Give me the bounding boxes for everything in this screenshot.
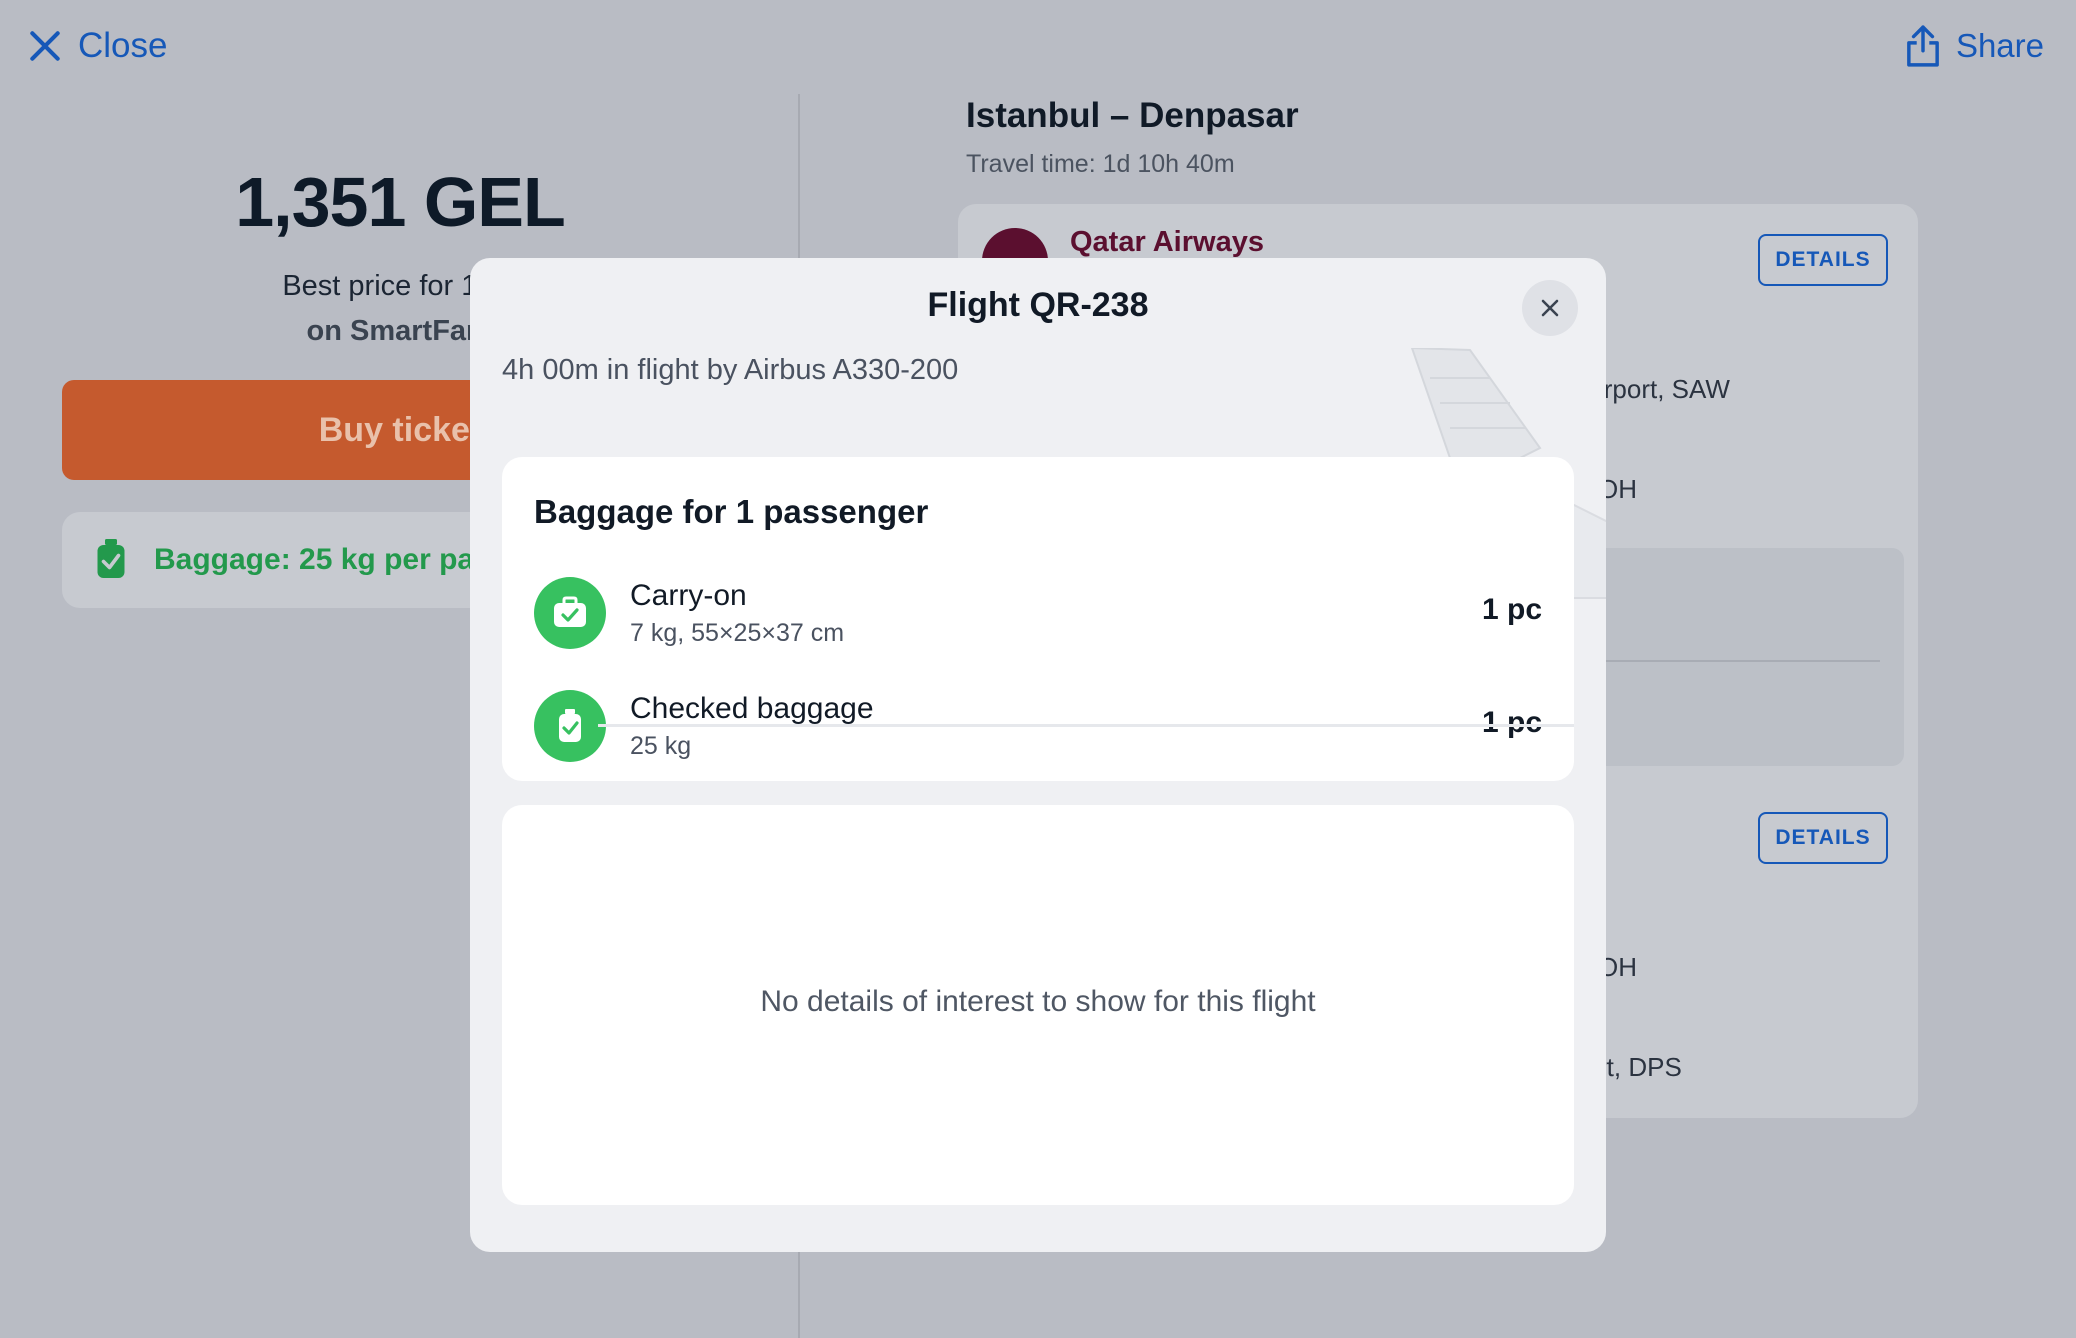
baggage-card-title: Baggage for 1 passenger [534,493,929,530]
details-button[interactable]: DETAILS [1758,234,1888,286]
top-bar: Close Share [0,0,2076,92]
baggage-item-qty: 1 pc [1481,706,1542,739]
arrival-airport-fragment: rt, DPS [1598,1052,1682,1082]
travel-time: Travel time: 1d 10h 40m [966,150,1235,178]
flight-details-modal: Flight QR-238 4h 00m in flight by Airbus… [470,258,1606,1252]
details-button[interactable]: DETAILS [1758,812,1888,864]
briefcase-check-icon [554,596,586,627]
close-icon [1541,299,1559,317]
baggage-item-name: Carry-on [630,579,747,612]
modal-close-button[interactable] [1522,280,1578,336]
suitcase-check-icon [559,709,581,742]
baggage-card: Baggage for 1 passenger Carry-on 7 kg, 5… [502,457,1574,781]
airline-name: Qatar Airways [1070,226,1264,258]
close-label: Close [78,26,168,65]
itinerary: Istanbul – Denpasar Travel time: 1d 10h … [958,96,1926,1118]
share-button[interactable]: Share [1904,22,2044,70]
departure-airport-fragment: irport, SAW [1598,374,1730,404]
row-divider [598,724,1574,727]
share-label: Share [1955,27,2044,64]
empty-state-message: No details of interest to show for this … [760,985,1316,1018]
baggage-summary-text: Baggage: 25 kg per pa [154,543,475,576]
modal-title: Flight QR-238 [927,286,1149,324]
baggage-item-meta: 25 kg [630,732,692,760]
flight-info-card: No details of interest to show for this … [502,805,1574,1205]
transfer-info-box [1578,548,1904,766]
baggage-item-name: Checked baggage [630,692,874,725]
flight-duration-aircraft: 4h 00m in flight by Airbus A330-200 [502,354,959,386]
checked-baggage-icon-badge [534,690,606,762]
carry-on-icon-badge [534,577,606,649]
route-title: Istanbul – Denpasar [966,96,1299,135]
baggage-item-meta: 7 kg, 55×25×37 cm [630,619,845,647]
price-total: 1,351 GEL [235,163,566,241]
close-icon [30,31,60,61]
list-item: Carry-on 7 kg, 55×25×37 cm 1 pc [502,557,1574,669]
suitcase-check-icon [97,539,125,578]
share-icon [1907,25,1939,67]
baggage-item-qty: 1 pc [1481,593,1542,626]
close-button[interactable]: Close [26,22,167,70]
